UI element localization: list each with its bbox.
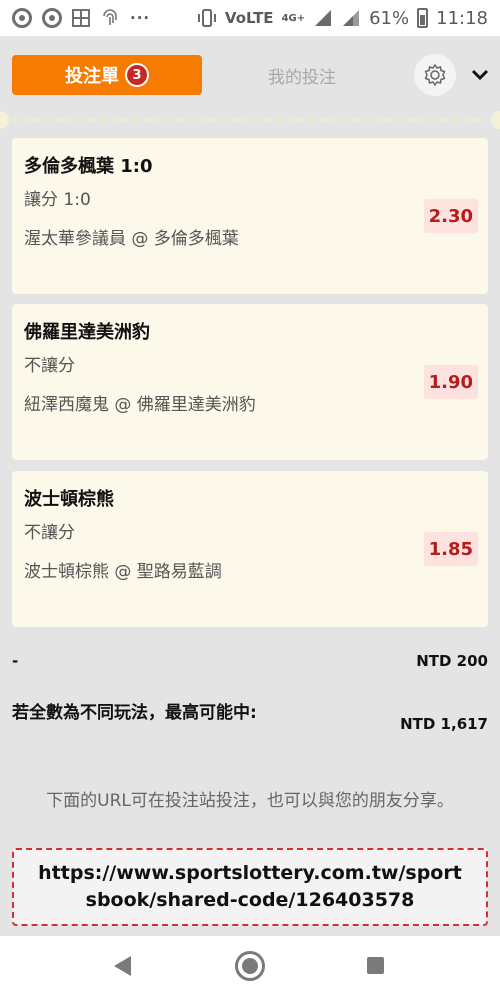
max-win-value: NTD 1,617	[400, 715, 488, 733]
calculator-icon	[72, 9, 90, 27]
betslip-header: 投注單 3 我的投注	[0, 44, 500, 104]
bet-market: 不讓分	[24, 356, 75, 376]
chrome-icon	[12, 8, 32, 28]
vibrate-icon	[197, 8, 217, 28]
settings-button[interactable]	[414, 54, 456, 96]
bet-match: 波士頓棕熊 @ 聖路易藍調	[24, 562, 222, 582]
home-icon[interactable]	[235, 951, 265, 981]
battery-icon	[417, 8, 429, 28]
volte-indicator: VoLTE	[224, 9, 274, 27]
tab-my-bets[interactable]: 我的投注	[232, 55, 372, 95]
stake-value: NTD 200	[416, 652, 488, 670]
more-notifications-icon: ···	[130, 9, 151, 27]
share-note: 下面的URL可在投注站投注，也可以與您的朋友分享。	[46, 791, 454, 811]
bet-card[interactable]: 佛羅里達美洲豹 不讓分 紐澤西魔鬼 @ 佛羅里達美洲豹 1.90	[12, 304, 488, 460]
bet-selection: 波士頓棕熊	[24, 489, 114, 510]
status-bar: ··· VoLTE 4G+ 61% 11:18	[0, 0, 500, 36]
bet-match: 渥太華參議員 @ 多倫多楓葉	[24, 229, 239, 249]
betslip-count-badge: 3	[125, 63, 149, 87]
max-win-label: 若全數為不同玩法，最高可能中:	[12, 703, 257, 723]
tear-divider	[0, 111, 500, 129]
odds-badge[interactable]: 2.30	[423, 199, 478, 233]
system-nav-bar	[0, 936, 500, 1000]
tab-my-bets-label: 我的投注	[268, 67, 336, 88]
battery-percent: 61%	[369, 7, 410, 29]
bet-selection: 多倫多楓葉 1:0	[24, 156, 153, 177]
share-url[interactable]: https://www.sportslottery.com.tw/sportsb…	[12, 848, 488, 926]
back-icon[interactable]	[114, 956, 131, 976]
collapse-button[interactable]	[466, 60, 494, 90]
odds-badge[interactable]: 1.85	[423, 532, 478, 566]
signal-icon	[313, 8, 333, 28]
bet-selection: 佛羅里達美洲豹	[24, 322, 150, 343]
fingerprint-icon	[100, 8, 120, 28]
gear-icon	[424, 64, 446, 86]
odds-badge[interactable]: 1.90	[423, 365, 478, 399]
bet-card[interactable]: 波士頓棕熊 不讓分 波士頓棕熊 @ 聖路易藍調 1.85	[12, 471, 488, 627]
bet-match: 紐澤西魔鬼 @ 佛羅里達美洲豹	[24, 395, 256, 415]
clock: 11:18	[436, 7, 488, 29]
chrome-icon	[42, 8, 62, 28]
tab-betslip-label: 投注單	[65, 66, 119, 87]
network-type: 4G+	[281, 12, 306, 24]
bet-market: 讓分 1:0	[24, 190, 91, 210]
signal-icon	[341, 8, 361, 28]
recent-apps-icon[interactable]	[367, 957, 384, 974]
stake-label: -	[12, 652, 19, 670]
bet-card[interactable]: 多倫多楓葉 1:0 讓分 1:0 渥太華參議員 @ 多倫多楓葉 2.30	[12, 138, 488, 294]
tab-betslip[interactable]: 投注單 3	[12, 55, 202, 95]
chevron-down-icon	[471, 69, 489, 81]
stake-row: - NTD 200	[12, 652, 488, 670]
bet-market: 不讓分	[24, 523, 75, 543]
